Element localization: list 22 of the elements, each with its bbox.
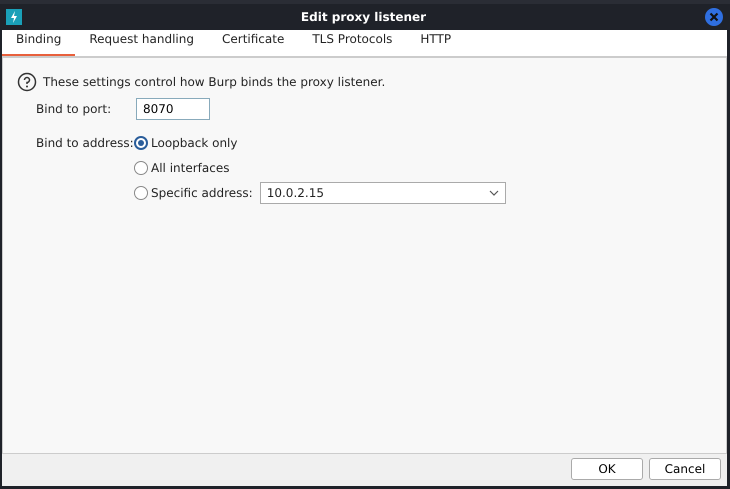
help-icon: [17, 72, 37, 92]
close-icon[interactable]: [705, 8, 723, 26]
ok-button[interactable]: OK: [571, 458, 643, 480]
address-dropdown[interactable]: 10.0.2.15: [260, 182, 506, 204]
radio-button[interactable]: [134, 161, 148, 175]
tab[interactable]: TLS Protocols: [298, 26, 406, 56]
address-label: Bind to address:: [36, 135, 135, 152]
cancel-button[interactable]: Cancel: [649, 458, 721, 480]
port-label: Bind to port:: [36, 101, 112, 118]
radio-button[interactable]: [134, 136, 148, 150]
app-logo-icon: [6, 9, 22, 25]
tab[interactable]: HTTP: [406, 26, 466, 56]
caret-icon: [488, 190, 499, 196]
window-title: Edit proxy listener: [300, 9, 428, 26]
radio-label[interactable]: All interfaces: [151, 159, 230, 177]
info-text: These settings control how Burp binds the proxy listener.: [43, 74, 386, 91]
radio-label[interactable]: Loopback only: [151, 134, 238, 152]
port-field[interactable]: 8070: [136, 98, 210, 120]
radio-button[interactable]: [134, 186, 148, 200]
radio-label[interactable]: Specific address:: [151, 184, 253, 202]
tab[interactable]: Certificate: [208, 26, 298, 56]
tab[interactable]: Request handling: [75, 26, 208, 56]
